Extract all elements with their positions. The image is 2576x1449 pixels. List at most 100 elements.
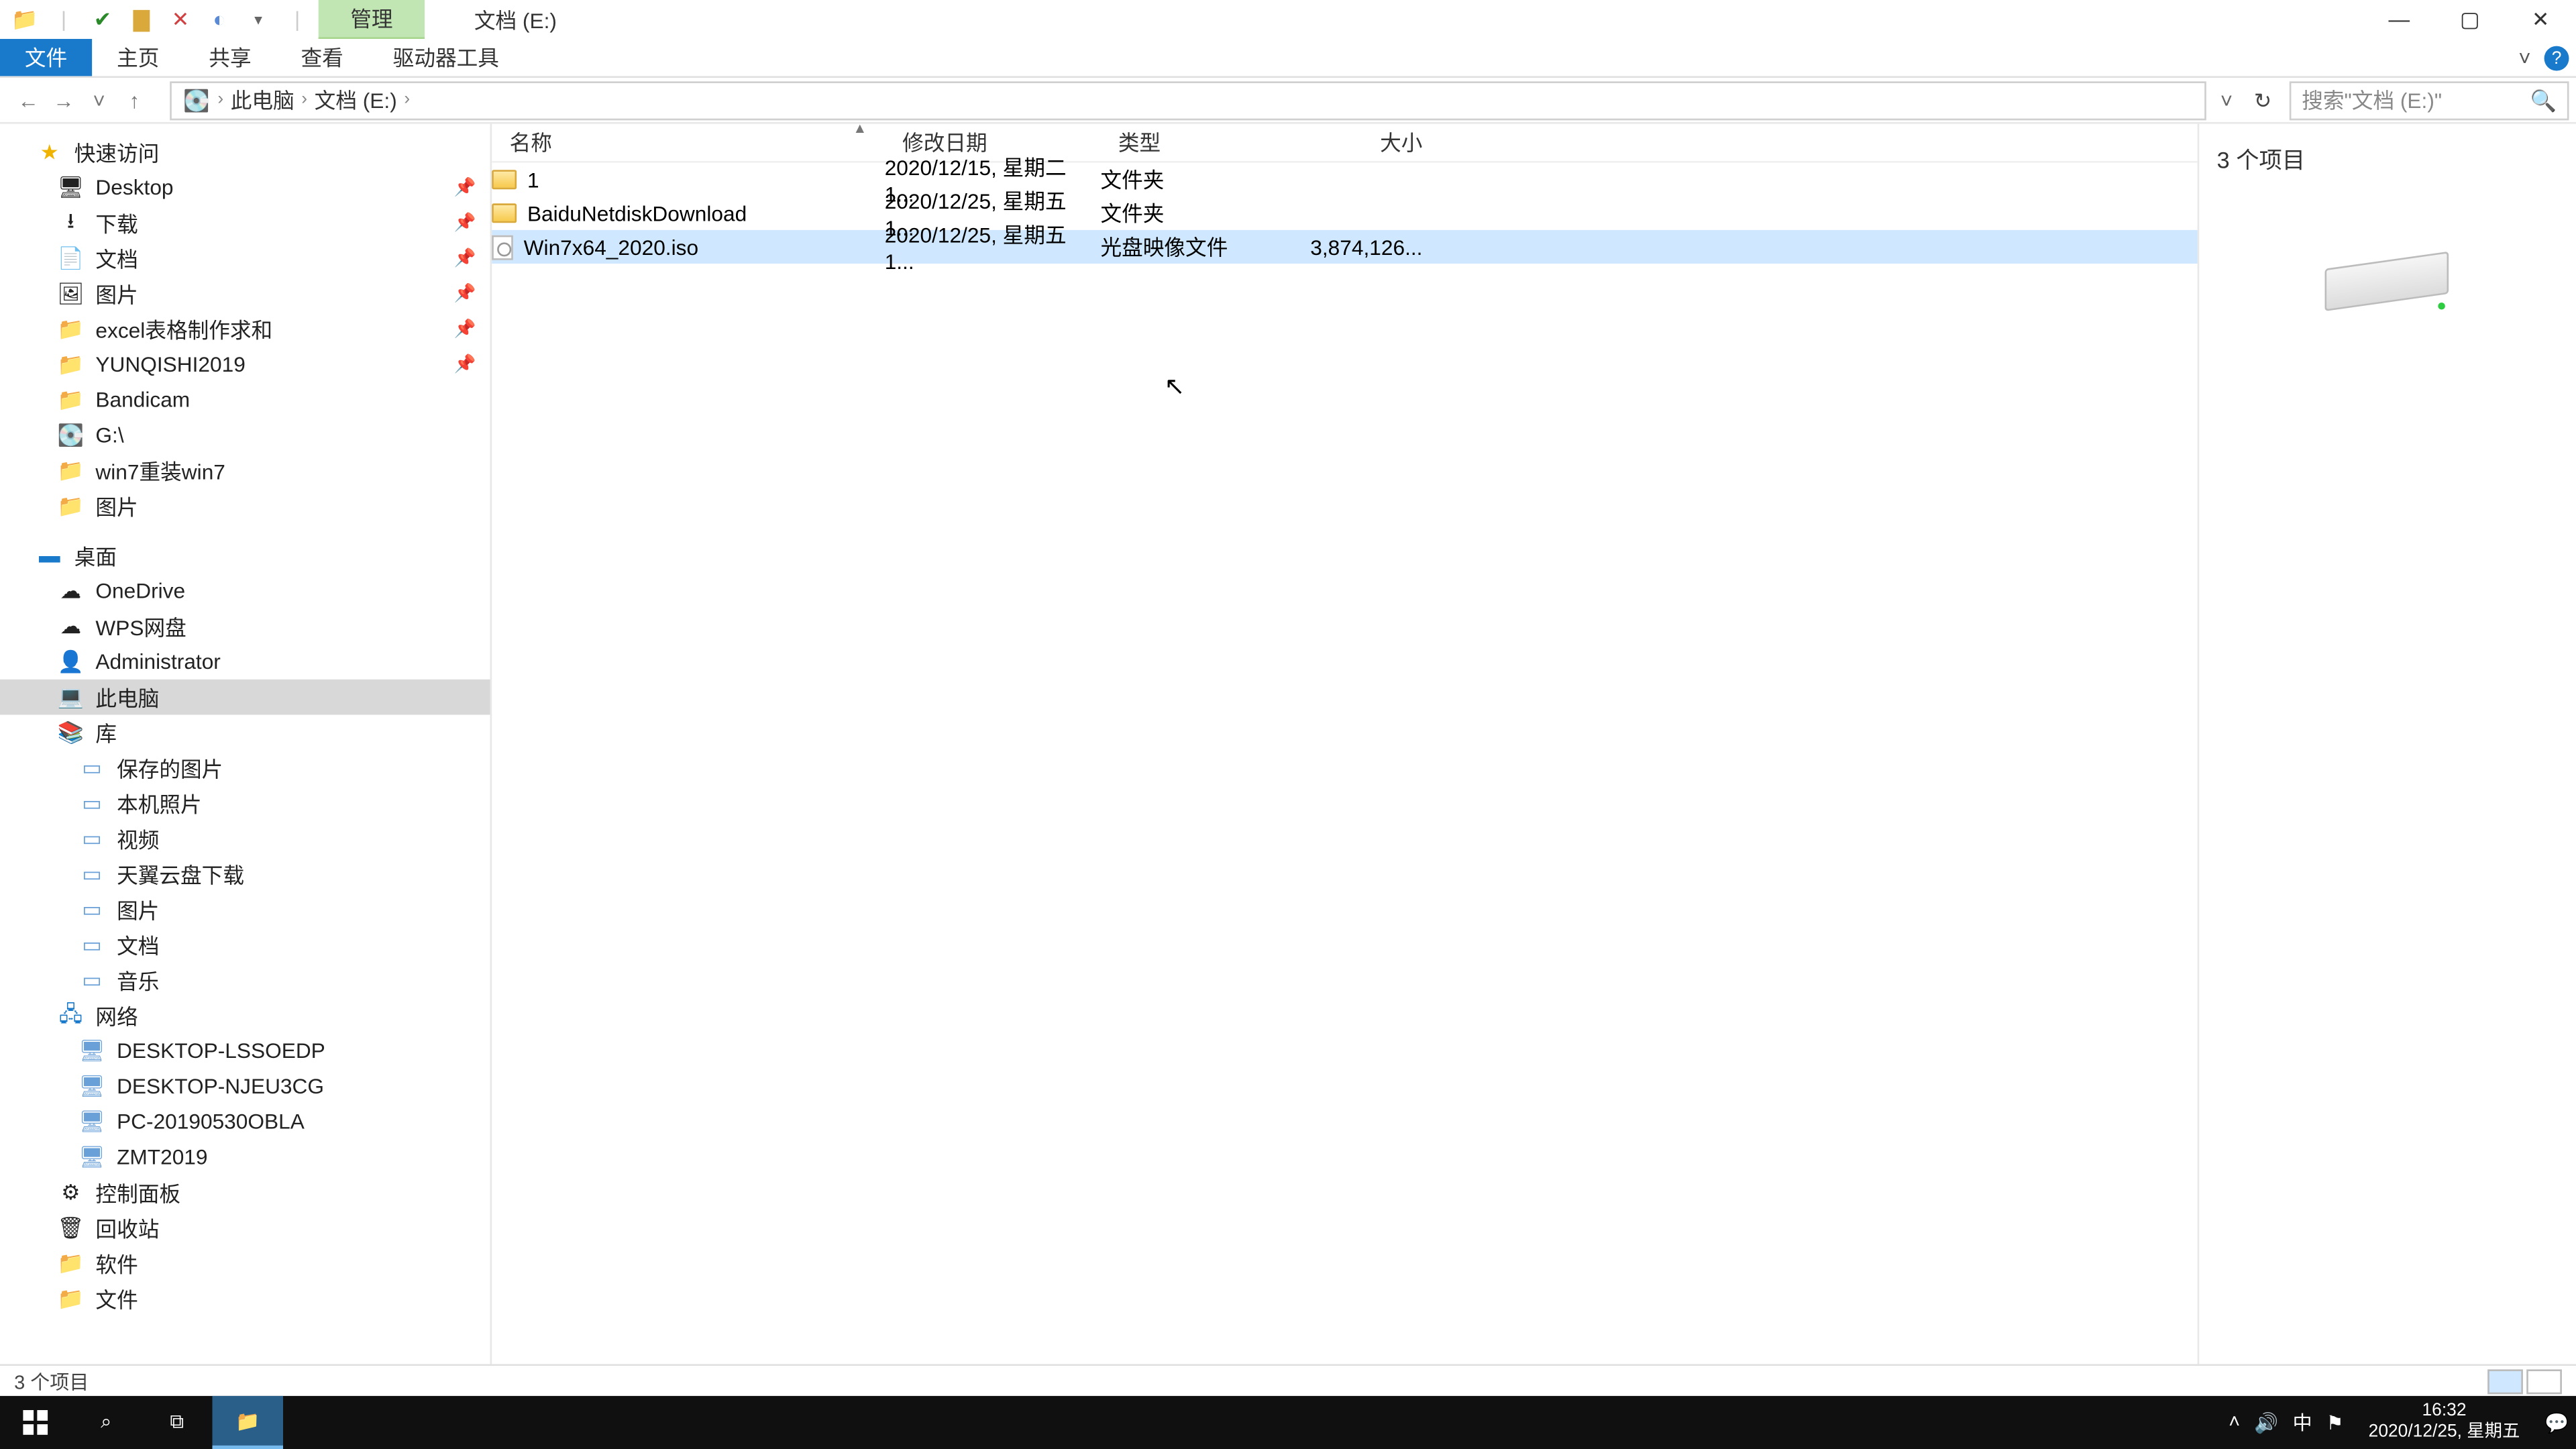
ribbon-context-tab-manage[interactable]: 管理: [319, 0, 425, 39]
breadcrumb-sep: ›: [301, 91, 307, 110]
ribbon-tab-home[interactable]: 主页: [92, 39, 184, 76]
qat-dropdown-icon[interactable]: ▾: [244, 5, 272, 34]
tree-quick-access[interactable]: ★ 快速访问: [0, 134, 490, 170]
tree-qa-item[interactable]: ⭳ 下载 📌: [0, 205, 490, 241]
ribbon-tab-file[interactable]: 文件: [0, 39, 92, 76]
computer-icon: 🖥: [78, 1037, 106, 1065]
tree-label: Administrator: [95, 649, 220, 674]
folder-icon: 📁: [56, 350, 85, 378]
tree-lib-item[interactable]: ▭ 视频: [0, 821, 490, 857]
tree-lib-item[interactable]: ▭ 图片: [0, 892, 490, 927]
navigation-tree[interactable]: ★ 快速访问 🖥 Desktop 📌 ⭳ 下载 📌 📄 文档 📌 🖼 图片 📌 …: [0, 124, 492, 1364]
tray-volume-icon[interactable]: 🔊: [2254, 1411, 2278, 1434]
sort-indicator-icon: ▲: [853, 120, 867, 136]
start-button[interactable]: [0, 1396, 70, 1449]
main-area: ★ 快速访问 🖥 Desktop 📌 ⭳ 下载 📌 📄 文档 📌 🖼 图片 📌 …: [0, 124, 2576, 1364]
tree-lib-item[interactable]: ▭ 天翼云盘下载: [0, 857, 490, 892]
view-details-button[interactable]: [2487, 1368, 2523, 1393]
tree-qa-item[interactable]: 📁 excel表格制作求和 📌: [0, 311, 490, 347]
view-large-icons-button[interactable]: [2526, 1368, 2562, 1393]
tree-label: 文档: [117, 930, 159, 960]
tree-lib-item[interactable]: ▭ 本机照片: [0, 786, 490, 821]
tree-desktop-item[interactable]: ☁ OneDrive: [0, 574, 490, 609]
tree-lib-item[interactable]: ▭ 保存的图片: [0, 750, 490, 786]
window-minimize-button[interactable]: —: [2364, 0, 2434, 39]
taskbar[interactable]: ⌕ ⧉ 📁 ˄ 🔊 中 ⚑ 16:32 2020/12/25, 星期五 💬: [0, 1396, 2576, 1449]
pin-icon: 📌: [454, 178, 476, 197]
tray-flag-icon[interactable]: ⚑: [2326, 1411, 2344, 1434]
nav-recent-button[interactable]: ˅: [85, 88, 113, 113]
ribbon-tab-view[interactable]: 查看: [276, 39, 368, 76]
preview-header: 3 个项目: [2217, 142, 2559, 175]
window-close-button[interactable]: ✕: [2506, 0, 2576, 39]
action-center-icon[interactable]: 💬: [2544, 1411, 2569, 1434]
pin-icon: 📌: [454, 249, 476, 268]
tree-network-item[interactable]: 🖥 DESKTOP-NJEU3CG: [0, 1069, 490, 1104]
file-row[interactable]: Win7x64_2020.iso 2020/12/25, 星期五 1... 光盘…: [492, 230, 2197, 264]
help-icon[interactable]: ?: [2544, 46, 2569, 71]
tree-qa-item[interactable]: 📁 YUNQISHI2019 📌: [0, 347, 490, 382]
taskbar-search-button[interactable]: ⌕: [70, 1396, 141, 1449]
tree-lib-item[interactable]: ▭ 文档: [0, 927, 490, 963]
tree-network-item[interactable]: 🖥 DESKTOP-LSSOEDP: [0, 1033, 490, 1069]
window-maximize-button[interactable]: ▢: [2434, 0, 2505, 39]
search-icon[interactable]: 🔍: [2530, 88, 2557, 113]
refresh-icon[interactable]: ↻: [2243, 88, 2282, 113]
nav-forward-button[interactable]: →: [50, 88, 78, 113]
tray-date: 2020/12/25, 星期五: [2369, 1422, 2520, 1444]
address-dropdown-icon[interactable]: ˅: [2213, 88, 2240, 113]
file-row[interactable]: BaiduNetdiskDownload 2020/12/25, 星期五 1..…: [492, 197, 2197, 230]
tree-desktop-group[interactable]: ▬ 桌面: [0, 538, 490, 574]
tree-label: OneDrive: [95, 578, 185, 603]
tree-lib-item[interactable]: ▭ 音乐: [0, 963, 490, 998]
star-icon: ★: [36, 138, 64, 166]
tree-label: YUNQISHI2019: [95, 352, 245, 377]
qat-delete-icon[interactable]: ✕: [166, 5, 195, 34]
tray-overflow-icon[interactable]: ˄: [2229, 1412, 2240, 1434]
drive-thumbnail-icon: [2317, 246, 2459, 317]
tray-ime-indicator[interactable]: 中: [2293, 1408, 2312, 1436]
address-row: ← → ˅ ↑ 💽 › 此电脑 › 文档 (E:) › ˅ ↻ 搜索"文档 (E…: [0, 78, 2576, 124]
tray-clock[interactable]: 16:32 2020/12/25, 星期五: [2358, 1401, 2530, 1444]
address-bar[interactable]: 💽 › 此电脑 › 文档 (E:) ›: [170, 80, 2206, 119]
column-name[interactable]: 名称▲: [492, 127, 885, 158]
tree-qa-item[interactable]: 💽 G:\: [0, 417, 490, 453]
tree-label: 天翼云盘下载: [117, 859, 244, 889]
tree-desktop-item[interactable]: 📚 库: [0, 715, 490, 751]
tree-item[interactable]: ⚙ 控制面板: [0, 1175, 490, 1210]
tree-network[interactable]: 🖧 网络: [0, 998, 490, 1033]
nav-up-button[interactable]: ↑: [120, 88, 148, 113]
qat-undo-icon[interactable]: ◐: [205, 5, 233, 34]
library-icon: ▭: [78, 789, 106, 817]
tree-item[interactable]: 📁 文件: [0, 1281, 490, 1316]
tree-qa-item[interactable]: 🖼 图片 📌: [0, 276, 490, 311]
tree-item[interactable]: 📁 软件: [0, 1246, 490, 1281]
task-view-button[interactable]: ⧉: [142, 1396, 212, 1449]
column-type[interactable]: 类型: [1100, 127, 1281, 158]
ribbon-minimize-icon[interactable]: ˅: [2509, 42, 2540, 74]
breadcrumb-this-pc[interactable]: 此电脑: [231, 85, 294, 115]
ribbon-tab-drivetools[interactable]: 驱动器工具: [368, 39, 524, 76]
tree-qa-item[interactable]: 📁 Bandicam: [0, 382, 490, 418]
tree-qa-item[interactable]: 📁 win7重装win7: [0, 453, 490, 488]
tree-desktop-item[interactable]: ☁ WPS网盘: [0, 608, 490, 644]
breadcrumb-drive-e[interactable]: 文档 (E:): [315, 85, 397, 115]
file-row[interactable]: 1 2020/12/15, 星期二 1... 文件夹: [492, 163, 2197, 197]
taskbar-explorer-button[interactable]: 📁: [212, 1396, 282, 1449]
qat-newfolder-icon[interactable]: ▇: [127, 5, 156, 34]
tree-qa-item[interactable]: 📁 图片: [0, 488, 490, 524]
tree-item[interactable]: 🗑 回收站: [0, 1210, 490, 1246]
tree-qa-item[interactable]: 📄 文档 📌: [0, 241, 490, 276]
tree-qa-item[interactable]: 🖥 Desktop 📌: [0, 170, 490, 205]
tree-network-item[interactable]: 🖥 PC-20190530OBLA: [0, 1104, 490, 1140]
column-size[interactable]: 大小: [1281, 127, 1440, 158]
tree-desktop-item[interactable]: 💻 此电脑: [0, 680, 490, 715]
library-icon: ▭: [78, 896, 106, 924]
column-headers[interactable]: 名称▲ 修改日期 类型 大小: [492, 124, 2197, 163]
search-box[interactable]: 搜索"文档 (E:)" 🔍: [2290, 80, 2569, 119]
tree-network-item[interactable]: 🖥 ZMT2019: [0, 1139, 490, 1175]
qat-properties-icon[interactable]: ✔: [89, 5, 117, 34]
tree-desktop-item[interactable]: 👤 Administrator: [0, 644, 490, 680]
ribbon-tab-share[interactable]: 共享: [184, 39, 276, 76]
nav-back-button[interactable]: ←: [14, 88, 42, 113]
